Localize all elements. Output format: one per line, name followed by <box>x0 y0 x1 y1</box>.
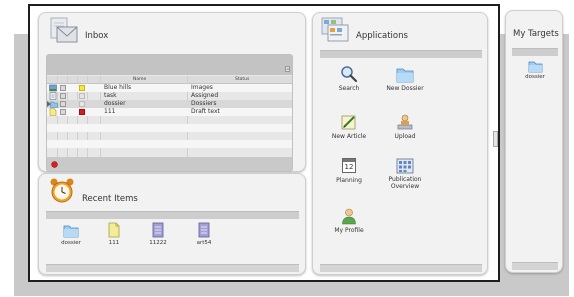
calendar-day: 12 <box>344 163 354 171</box>
row-status: Draft text <box>191 108 220 115</box>
column-header-name[interactable]: Name <box>133 76 146 83</box>
document-purple-icon <box>198 222 210 238</box>
table-row[interactable]: task Assigned <box>47 92 292 100</box>
target-item-label: dossier <box>525 74 545 80</box>
task-icon <box>49 92 57 100</box>
checkbox[interactable] <box>60 101 66 107</box>
target-item[interactable]: dossier <box>515 59 555 80</box>
checkbox[interactable] <box>60 93 66 99</box>
app-label: Planning <box>336 177 362 184</box>
checkbox[interactable] <box>60 109 66 115</box>
recent-item[interactable]: art54 <box>186 222 222 246</box>
row-name: 111 <box>104 108 116 115</box>
empty-row <box>47 116 292 124</box>
inbox-icon <box>50 17 78 43</box>
my-targets-footer-bar <box>512 262 558 270</box>
empty-row <box>47 132 292 140</box>
upload-icon <box>397 114 413 130</box>
my-targets-panel: My Targets dossier <box>505 10 563 273</box>
recent-items-header-bar <box>46 211 299 219</box>
app-label: Publication Overview <box>388 176 422 190</box>
app-label: My Profile <box>334 227 364 234</box>
dashboard-frame: Inbox = Name Status Blue hills Images ta… <box>28 4 500 282</box>
app-label: New Dossier <box>386 85 424 92</box>
row-status: Dossiers <box>191 100 217 107</box>
row-name: Blue hills <box>104 84 132 91</box>
recent-item-label: dossier <box>61 240 81 246</box>
magnifier-icon <box>341 66 358 83</box>
table-row[interactable]: Blue hills Images <box>47 84 292 92</box>
folder-icon <box>396 68 414 83</box>
empty-row <box>47 148 292 156</box>
app-publication-overview[interactable]: Publication Overview <box>375 158 435 190</box>
column-header-status[interactable]: Status <box>235 76 249 83</box>
status-flag <box>79 85 85 91</box>
folder-icon <box>63 225 79 238</box>
applications-header-bar <box>320 50 482 58</box>
recent-items-title: Recent Items <box>82 194 138 204</box>
row-status: Assigned <box>191 92 219 99</box>
status-flag <box>79 109 85 115</box>
empty-row <box>47 140 292 148</box>
app-planning[interactable]: 12 Planning <box>319 158 379 184</box>
app-new-dossier[interactable]: New Dossier <box>375 65 435 92</box>
panel-splitter-handle[interactable] <box>493 131 498 147</box>
image-icon <box>49 84 57 92</box>
pen-paper-icon <box>341 115 356 130</box>
recent-item-label: 11222 <box>149 240 167 246</box>
app-search[interactable]: Search <box>319 65 379 92</box>
inbox-table: = Name Status Blue hills Images task Ass… <box>46 54 293 172</box>
app-label: New Article <box>331 133 367 140</box>
empty-row <box>47 124 292 132</box>
app-label: Search <box>338 85 360 92</box>
recent-item[interactable]: dossier <box>53 222 89 246</box>
folder-icon <box>528 61 542 73</box>
checkbox[interactable] <box>60 85 66 91</box>
row-name: task <box>104 92 117 99</box>
my-targets-title: My Targets <box>513 29 559 39</box>
status-flag <box>79 101 85 107</box>
applications-icon <box>321 17 349 42</box>
recent-item-label: 111 <box>108 240 120 246</box>
status-flag <box>79 93 85 99</box>
applications-panel: Applications Search New Dossier New Arti… <box>312 12 488 275</box>
calendar-icon: 12 <box>342 158 356 173</box>
recent-item[interactable]: 111 <box>96 222 132 246</box>
user-icon <box>342 208 356 225</box>
app-label: Upload <box>394 133 416 140</box>
document-yellow-icon <box>49 108 57 116</box>
folder-icon <box>50 101 58 108</box>
recent-items-panel: Recent Items dossier 111 11222 art54 <box>38 173 306 275</box>
recent-item-label: art54 <box>196 240 212 246</box>
inbox-title: Inbox <box>85 31 109 41</box>
inbox-column-headers: Name Status <box>47 76 292 84</box>
applications-footer-bar <box>320 264 482 272</box>
inbox-table-options-button[interactable]: = <box>285 66 290 72</box>
app-new-article[interactable]: New Article <box>319 113 379 140</box>
recent-items-footer-bar <box>46 264 299 272</box>
app-upload[interactable]: Upload <box>375 113 435 140</box>
my-targets-header-bar <box>512 48 558 56</box>
alarm-clock-icon <box>50 178 74 203</box>
recent-item[interactable]: 11222 <box>140 222 176 246</box>
row-status: Images <box>191 84 213 91</box>
row-name: dossier <box>104 100 126 107</box>
document-purple-icon <box>152 222 164 238</box>
inbox-table-footer <box>47 157 292 171</box>
applications-title: Applications <box>356 31 408 41</box>
table-row[interactable]: dossier Dossiers <box>47 100 292 108</box>
inbox-table-header-bar <box>47 55 292 75</box>
document-yellow-icon <box>108 222 120 238</box>
app-my-profile[interactable]: My Profile <box>319 207 379 234</box>
red-status-dot-icon[interactable] <box>51 161 58 168</box>
inbox-panel: Inbox = Name Status Blue hills Images ta… <box>38 12 306 172</box>
table-row[interactable]: 111 Draft text <box>47 108 292 116</box>
grid-icon <box>396 158 414 174</box>
